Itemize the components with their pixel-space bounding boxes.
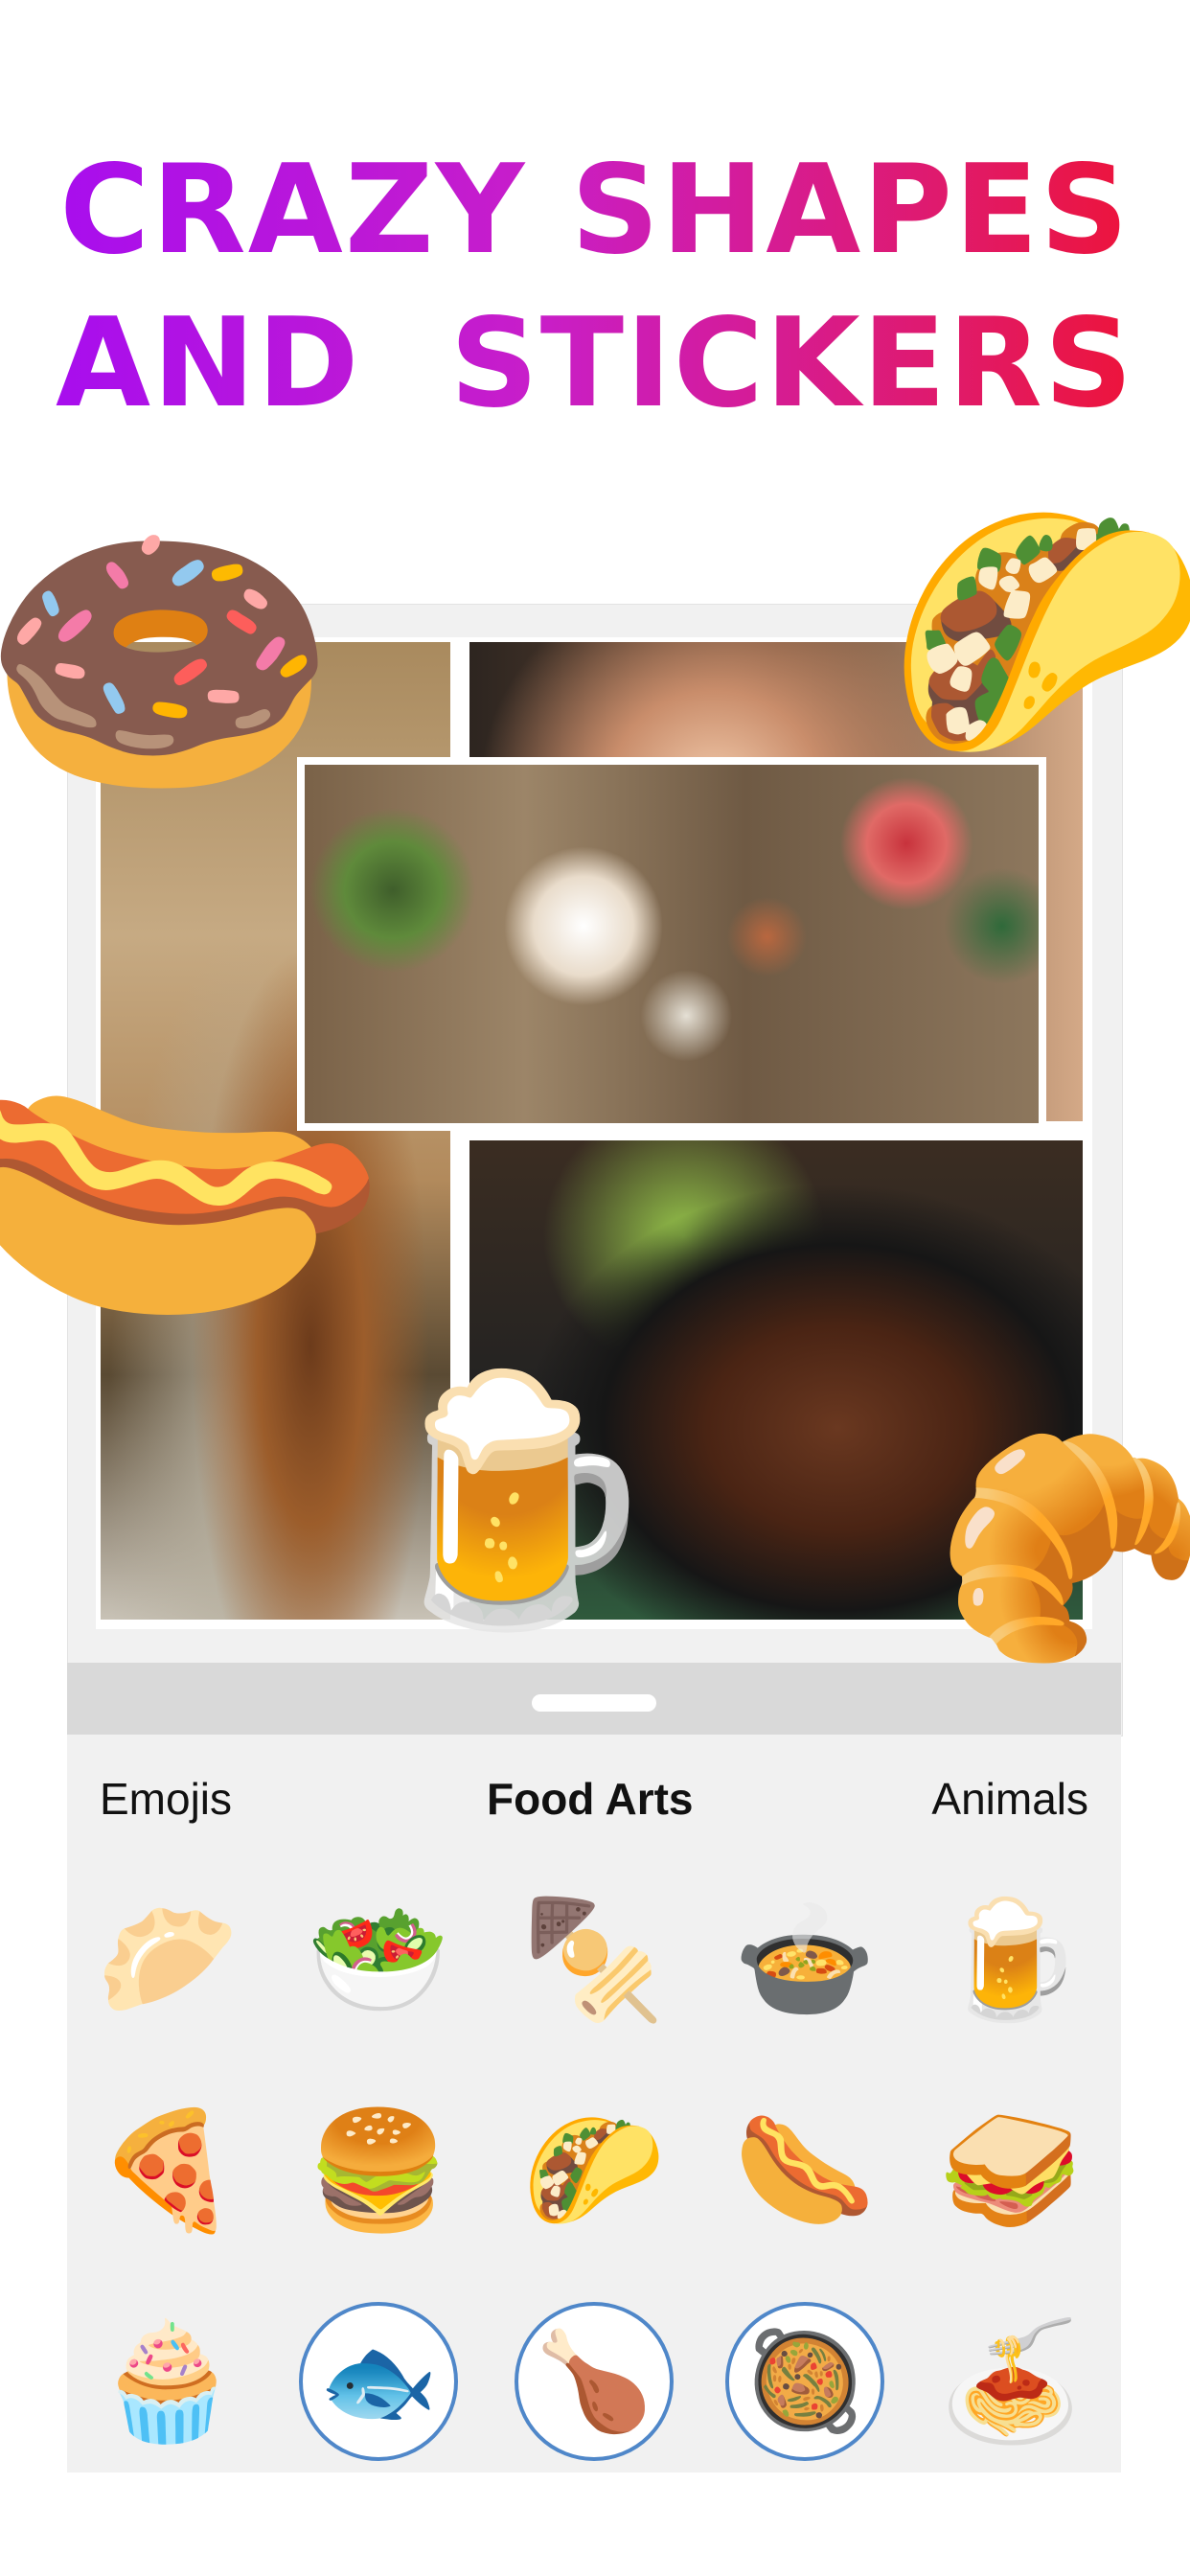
sticker-stew[interactable]: 🥘: [723, 2300, 886, 2463]
headline: CRAZY SHAPES AND STICKERS: [0, 134, 1190, 441]
soup-icon: 🍲: [733, 1896, 877, 2024]
cupcake-icon: 🧁: [96, 2317, 240, 2446]
sticker-sandwich[interactable]: 🥪: [929, 2089, 1092, 2252]
taco-icon: 🌮: [522, 2106, 666, 2235]
plate: 🐟: [299, 2302, 458, 2461]
beer-icon: 🍺: [939, 1896, 1083, 2024]
sticker-salad[interactable]: 🥗: [297, 1878, 460, 2041]
stew-icon: 🥘: [744, 2328, 865, 2435]
headline-line-2: AND STICKERS: [0, 288, 1190, 441]
sticker-hot-dog[interactable]: 🌭: [723, 2089, 886, 2252]
plate: 🥘: [725, 2302, 884, 2461]
spaghetti-icon: 🍝: [939, 2317, 1083, 2446]
hot-dog-icon: 🌭: [733, 2106, 877, 2235]
sticker-soup[interactable]: 🍲: [723, 1878, 886, 2041]
sticker-kebab[interactable]: 🍢: [513, 1878, 675, 2041]
dumplings-icon: 🥟: [96, 1896, 240, 2024]
kebab-icon: 🍢: [522, 1896, 666, 2024]
sticker-burger[interactable]: 🍔: [297, 2089, 460, 2252]
salad-icon: 🥗: [307, 1896, 450, 2024]
taco-sticker[interactable]: 🌮: [886, 503, 1190, 762]
sticker-dumplings[interactable]: 🥟: [86, 1878, 249, 2041]
drag-handle[interactable]: [532, 1694, 656, 1712]
chicken-icon: 🍗: [534, 2328, 654, 2435]
sticker-cupcake[interactable]: 🧁: [86, 2300, 249, 2463]
sticker-roast-chicken[interactable]: 🍗: [513, 2300, 675, 2463]
tab-food-arts[interactable]: Food Arts: [487, 1773, 694, 1825]
tab-emojis[interactable]: Emojis: [100, 1773, 232, 1825]
sticker-spaghetti[interactable]: 🍝: [929, 2300, 1092, 2463]
sticker-panel: Emojis Food Arts Animals 🥟 🥗 🍢 🍲 🍺 🍕 🍔 🌮…: [67, 1735, 1121, 2472]
headline-line-1: CRAZY SHAPES: [0, 134, 1190, 288]
table-food-photo: [305, 765, 1039, 1123]
croissant-sticker[interactable]: 🥐: [934, 1438, 1190, 1658]
plate: 🍗: [515, 2302, 674, 2461]
donut-sticker[interactable]: 🍩: [0, 518, 339, 805]
sticker-taco[interactable]: 🌮: [513, 2089, 675, 2252]
fish-icon: 🐟: [318, 2328, 439, 2435]
pizza-icon: 🍕: [96, 2106, 240, 2235]
tab-animals[interactable]: Animals: [931, 1773, 1088, 1825]
collage-cell-table-photo[interactable]: [297, 757, 1046, 1131]
sticker-grilled-fish[interactable]: 🐟: [297, 2300, 460, 2463]
burger-icon: 🍔: [307, 2106, 450, 2235]
sticker-beer[interactable]: 🍺: [929, 1878, 1092, 2041]
category-tabs: Emojis Food Arts Animals: [67, 1773, 1121, 1830]
sticker-pizza[interactable]: 🍕: [86, 2089, 249, 2252]
sandwich-icon: 🥪: [939, 2106, 1083, 2235]
beer-sticker[interactable]: 🍺: [364, 1380, 662, 1620]
